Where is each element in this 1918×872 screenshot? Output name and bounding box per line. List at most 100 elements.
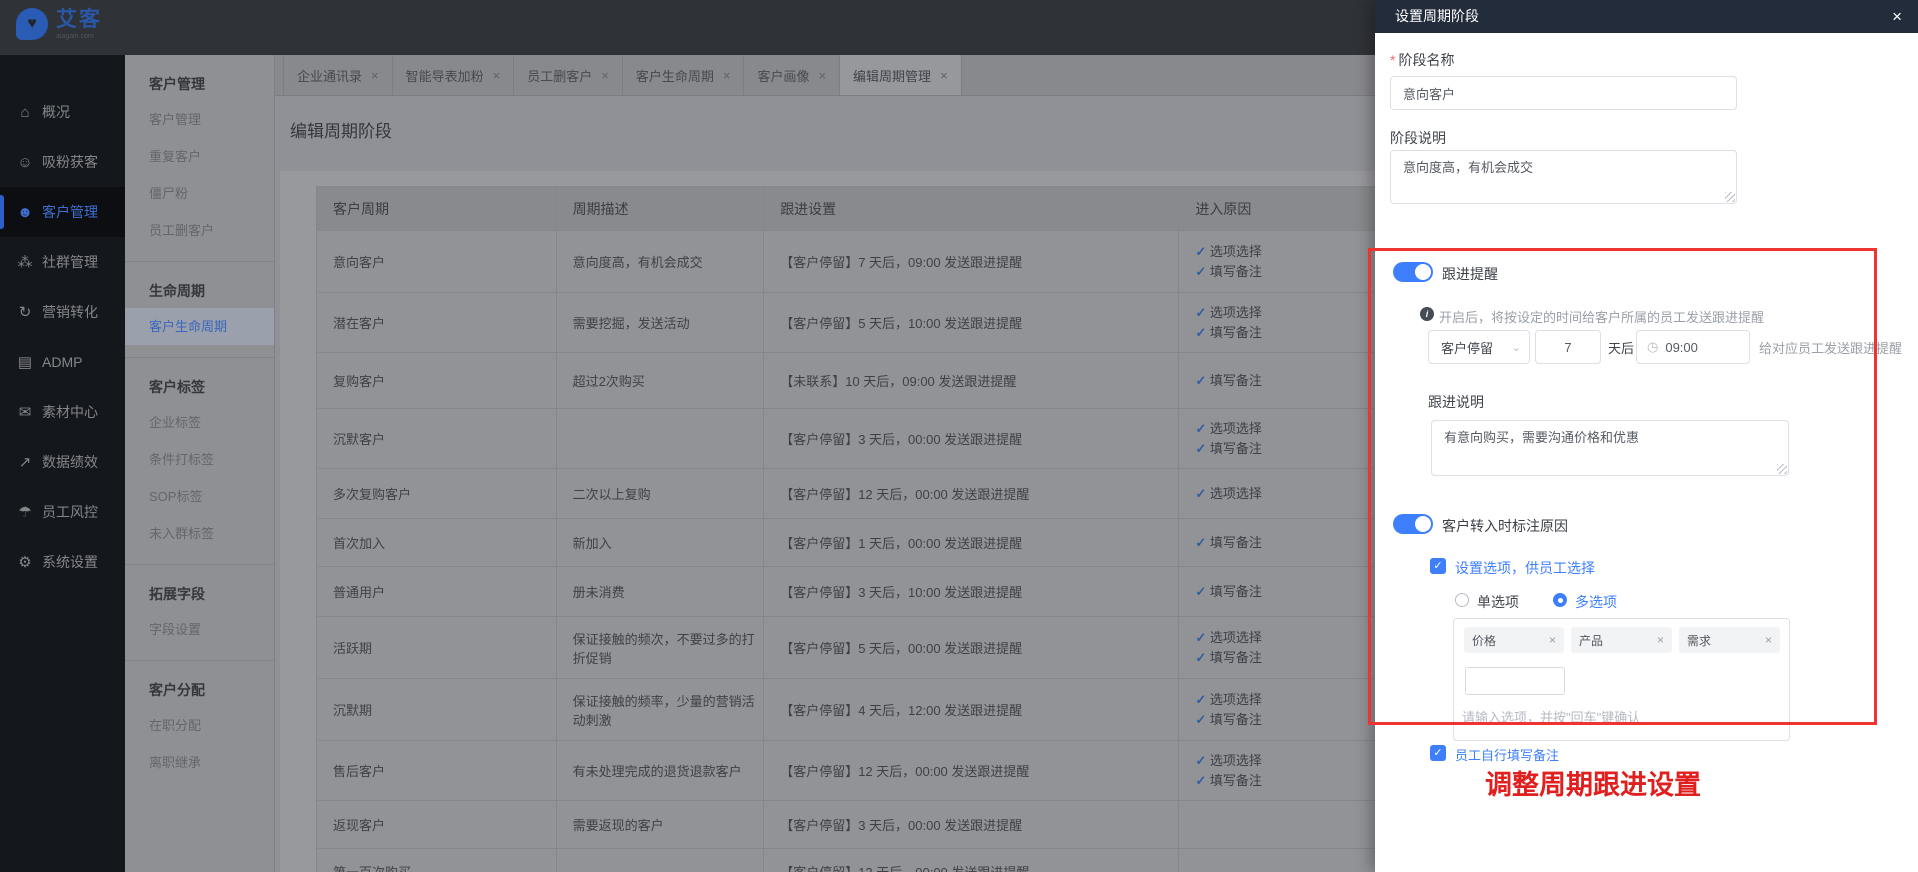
follow-remind-hint: 开启后，将按设定的时间给客户所属的员工发送跟进提醒 xyxy=(1439,310,1765,325)
cell-description: 需要返现的客户 xyxy=(557,801,765,848)
sidebar-item-system-settings[interactable]: ⚙ 系统设置 xyxy=(0,537,125,587)
cell-cycle: 首次加入 xyxy=(317,519,557,566)
multi-option-radio[interactable] xyxy=(1553,593,1567,607)
cell-cycle: 意向客户 xyxy=(317,231,557,292)
sidebar-item-data-performance[interactable]: ↗ 数据绩效 xyxy=(0,437,125,487)
tab-label: 客户画像 xyxy=(757,68,810,84)
subnav-item-sop-tags[interactable]: SOP标签 xyxy=(125,478,274,515)
subnav-item-enterprise-tags[interactable]: 企业标签 xyxy=(125,404,274,441)
resize-handle[interactable] xyxy=(1725,192,1735,202)
close-icon[interactable]: × xyxy=(371,68,379,83)
multi-option-label[interactable]: 多选项 xyxy=(1575,592,1617,612)
remind-time-value: 09:00 xyxy=(1665,339,1698,355)
cell-cycle: 复购客户 xyxy=(317,353,557,408)
sidebar-item-customer-management[interactable]: ☻ 客户管理 xyxy=(0,187,125,237)
remove-tag-icon[interactable]: × xyxy=(1649,633,1664,647)
tab-customer-lifecycle[interactable]: 客户生命周期 × xyxy=(623,55,745,95)
tab-edit-cycle-management[interactable]: 编辑周期管理 × xyxy=(840,55,962,95)
tab-label: 智能导表加粉 xyxy=(405,68,484,84)
follow-remind-label: 跟进提醒 xyxy=(1442,266,1498,282)
subnav-item-customer-lifecycle[interactable]: 客户生命周期 xyxy=(125,308,274,345)
close-icon[interactable]: × xyxy=(493,68,501,83)
close-icon[interactable]: × xyxy=(723,68,731,83)
logo-heart-pin-icon: ♥ xyxy=(16,8,48,40)
remove-tag-icon[interactable]: × xyxy=(1541,633,1556,647)
subnav-item-active-allocation[interactable]: 在职分配 xyxy=(125,707,274,744)
cell-description: 二次以上复购 xyxy=(557,469,765,518)
table-row: 返现客户 需要返现的客户 【客户停留】3 天后，00:00 发送跟进提醒 xyxy=(317,801,1375,849)
tab-customer-portrait[interactable]: 客户画像 × xyxy=(744,55,841,95)
tab-label: 编辑周期管理 xyxy=(853,68,932,84)
subnav-group-extended-fields: 拓展字段 xyxy=(149,586,205,602)
sidebar-item-community-management[interactable]: ⁂ 社群管理 xyxy=(0,237,125,287)
tab-employee-deleted-customers[interactable]: 员工删客户 × xyxy=(514,55,623,95)
sidebar-item-fan-acquisition[interactable]: ☺ 吸粉获客 xyxy=(0,137,125,187)
subnav-item-not-in-group-tags[interactable]: 未入群标签 xyxy=(125,515,274,552)
stage-name-input[interactable] xyxy=(1390,76,1737,110)
new-option-input[interactable] xyxy=(1465,667,1565,695)
subnav-item-employee-deleted-customers[interactable]: 员工删客户 xyxy=(125,212,274,249)
subnav-item-resigned-inheritance[interactable]: 离职继承 xyxy=(125,744,274,781)
info-icon: i xyxy=(1420,307,1434,321)
mark-reason-toggle[interactable] xyxy=(1393,514,1433,534)
subnav-item-zombie-fans[interactable]: 僵尸粉 xyxy=(125,175,274,212)
cell-description: 意向度高，有机会成交 xyxy=(557,231,765,292)
tab-enterprise-contacts[interactable]: 企业通讯录 × xyxy=(283,55,393,95)
table-row: 首次加入 新加入 【客户停留】1 天后，00:00 发送跟进提醒 填写备注 xyxy=(317,519,1375,567)
subnav-group-customer-tags: 客户标签 xyxy=(149,379,205,395)
subnav-item-duplicate-customers[interactable]: 重复客户 xyxy=(125,138,274,175)
set-options-checkbox[interactable]: ✓ xyxy=(1430,558,1446,574)
follow-note-textarea[interactable]: 有意向购买，需要沟通价格和优惠 xyxy=(1431,420,1789,476)
close-icon[interactable]: × xyxy=(940,68,948,83)
page-title: 编辑周期阶段 xyxy=(290,122,392,141)
single-option-radio[interactable] xyxy=(1455,593,1469,607)
cell-entry-reasons: 选项选择 填写备注 xyxy=(1179,293,1375,352)
person-add-icon: ☺ xyxy=(17,153,33,171)
self-note-checkbox[interactable]: ✓ xyxy=(1430,745,1446,761)
clock-icon: ◷ xyxy=(1647,339,1659,354)
subnav-item-field-settings[interactable]: 字段设置 xyxy=(125,611,274,648)
sidebar-item-admp[interactable]: ▤ ADMP xyxy=(0,337,125,387)
remove-tag-icon[interactable]: × xyxy=(1757,633,1772,647)
option-tag-label: 价格 xyxy=(1472,633,1497,648)
close-icon[interactable]: × xyxy=(601,68,609,83)
reason-check-item: 选项选择 xyxy=(1195,751,1262,771)
days-input[interactable] xyxy=(1535,330,1601,364)
remind-time-picker[interactable]: ◷ 09:00 xyxy=(1636,330,1750,364)
convert-icon: ↻ xyxy=(18,304,32,321)
sidebar-item-employee-risk[interactable]: ☂ 员工风控 xyxy=(0,487,125,537)
subnav-item-conditional-tags[interactable]: 条件打标签 xyxy=(125,441,274,478)
set-cycle-stage-drawer: 设置周期阶段 × *阶段名称 阶段说明 意向度高，有机会成交 跟进提醒 i 开启… xyxy=(1375,0,1918,872)
shield-icon: ☂ xyxy=(18,504,32,521)
stage-desc-textarea[interactable]: 意向度高，有机会成交 xyxy=(1390,150,1737,204)
reason-check-item: 填写备注 xyxy=(1195,533,1262,553)
cell-entry-reasons: 选项选择 填写备注 xyxy=(1179,741,1375,800)
subnav-group-lifecycle: 生命周期 xyxy=(149,283,205,299)
subnav-group-customer-allocation: 客户分配 xyxy=(149,682,205,698)
sidebar-item-marketing-conversion[interactable]: ↻ 营销转化 xyxy=(0,287,125,337)
tab-label: 企业通讯录 xyxy=(297,68,363,84)
follow-remind-toggle[interactable] xyxy=(1393,262,1433,282)
subnav-item-customer-management[interactable]: 客户管理 xyxy=(125,101,274,138)
tab-smart-import-fans[interactable]: 智能导表加粉 × xyxy=(393,55,515,95)
home-icon: ⌂ xyxy=(20,103,30,121)
set-options-label[interactable]: 设置选项，供员工选择 xyxy=(1455,558,1595,578)
cell-entry-reasons: 填写备注 xyxy=(1179,567,1375,616)
cell-follow-setting: 【客户停留】7 天后，09:00 发送跟进提醒 xyxy=(764,231,1180,292)
close-icon[interactable]: × xyxy=(818,68,826,83)
sidebar-item-overview[interactable]: ⌂ 概况 xyxy=(0,87,125,137)
resize-handle[interactable] xyxy=(1777,464,1787,474)
reason-check-item: 选项选择 xyxy=(1195,484,1262,504)
single-option-label[interactable]: 单选项 xyxy=(1477,592,1519,612)
sidebar-item-material-center[interactable]: ✉ 素材中心 xyxy=(0,387,125,437)
chevron-down-icon: ⌄ xyxy=(1511,341,1521,354)
self-note-label[interactable]: 员工自行填写备注 xyxy=(1455,745,1559,764)
close-icon[interactable]: × xyxy=(1892,0,1902,33)
option-tag-label: 需求 xyxy=(1687,633,1712,648)
cell-follow-setting: 【客户停留】3 天后，10:00 发送跟进提醒 xyxy=(764,567,1180,616)
annotation-note-text: 调整周期跟进设置 xyxy=(1485,770,1701,800)
group-icon: ⁂ xyxy=(17,254,33,271)
option-tag: 产品 × xyxy=(1571,627,1672,653)
cell-entry-reasons xyxy=(1179,849,1375,872)
stay-condition-select[interactable]: 客户停留 ⌄ xyxy=(1428,330,1530,364)
